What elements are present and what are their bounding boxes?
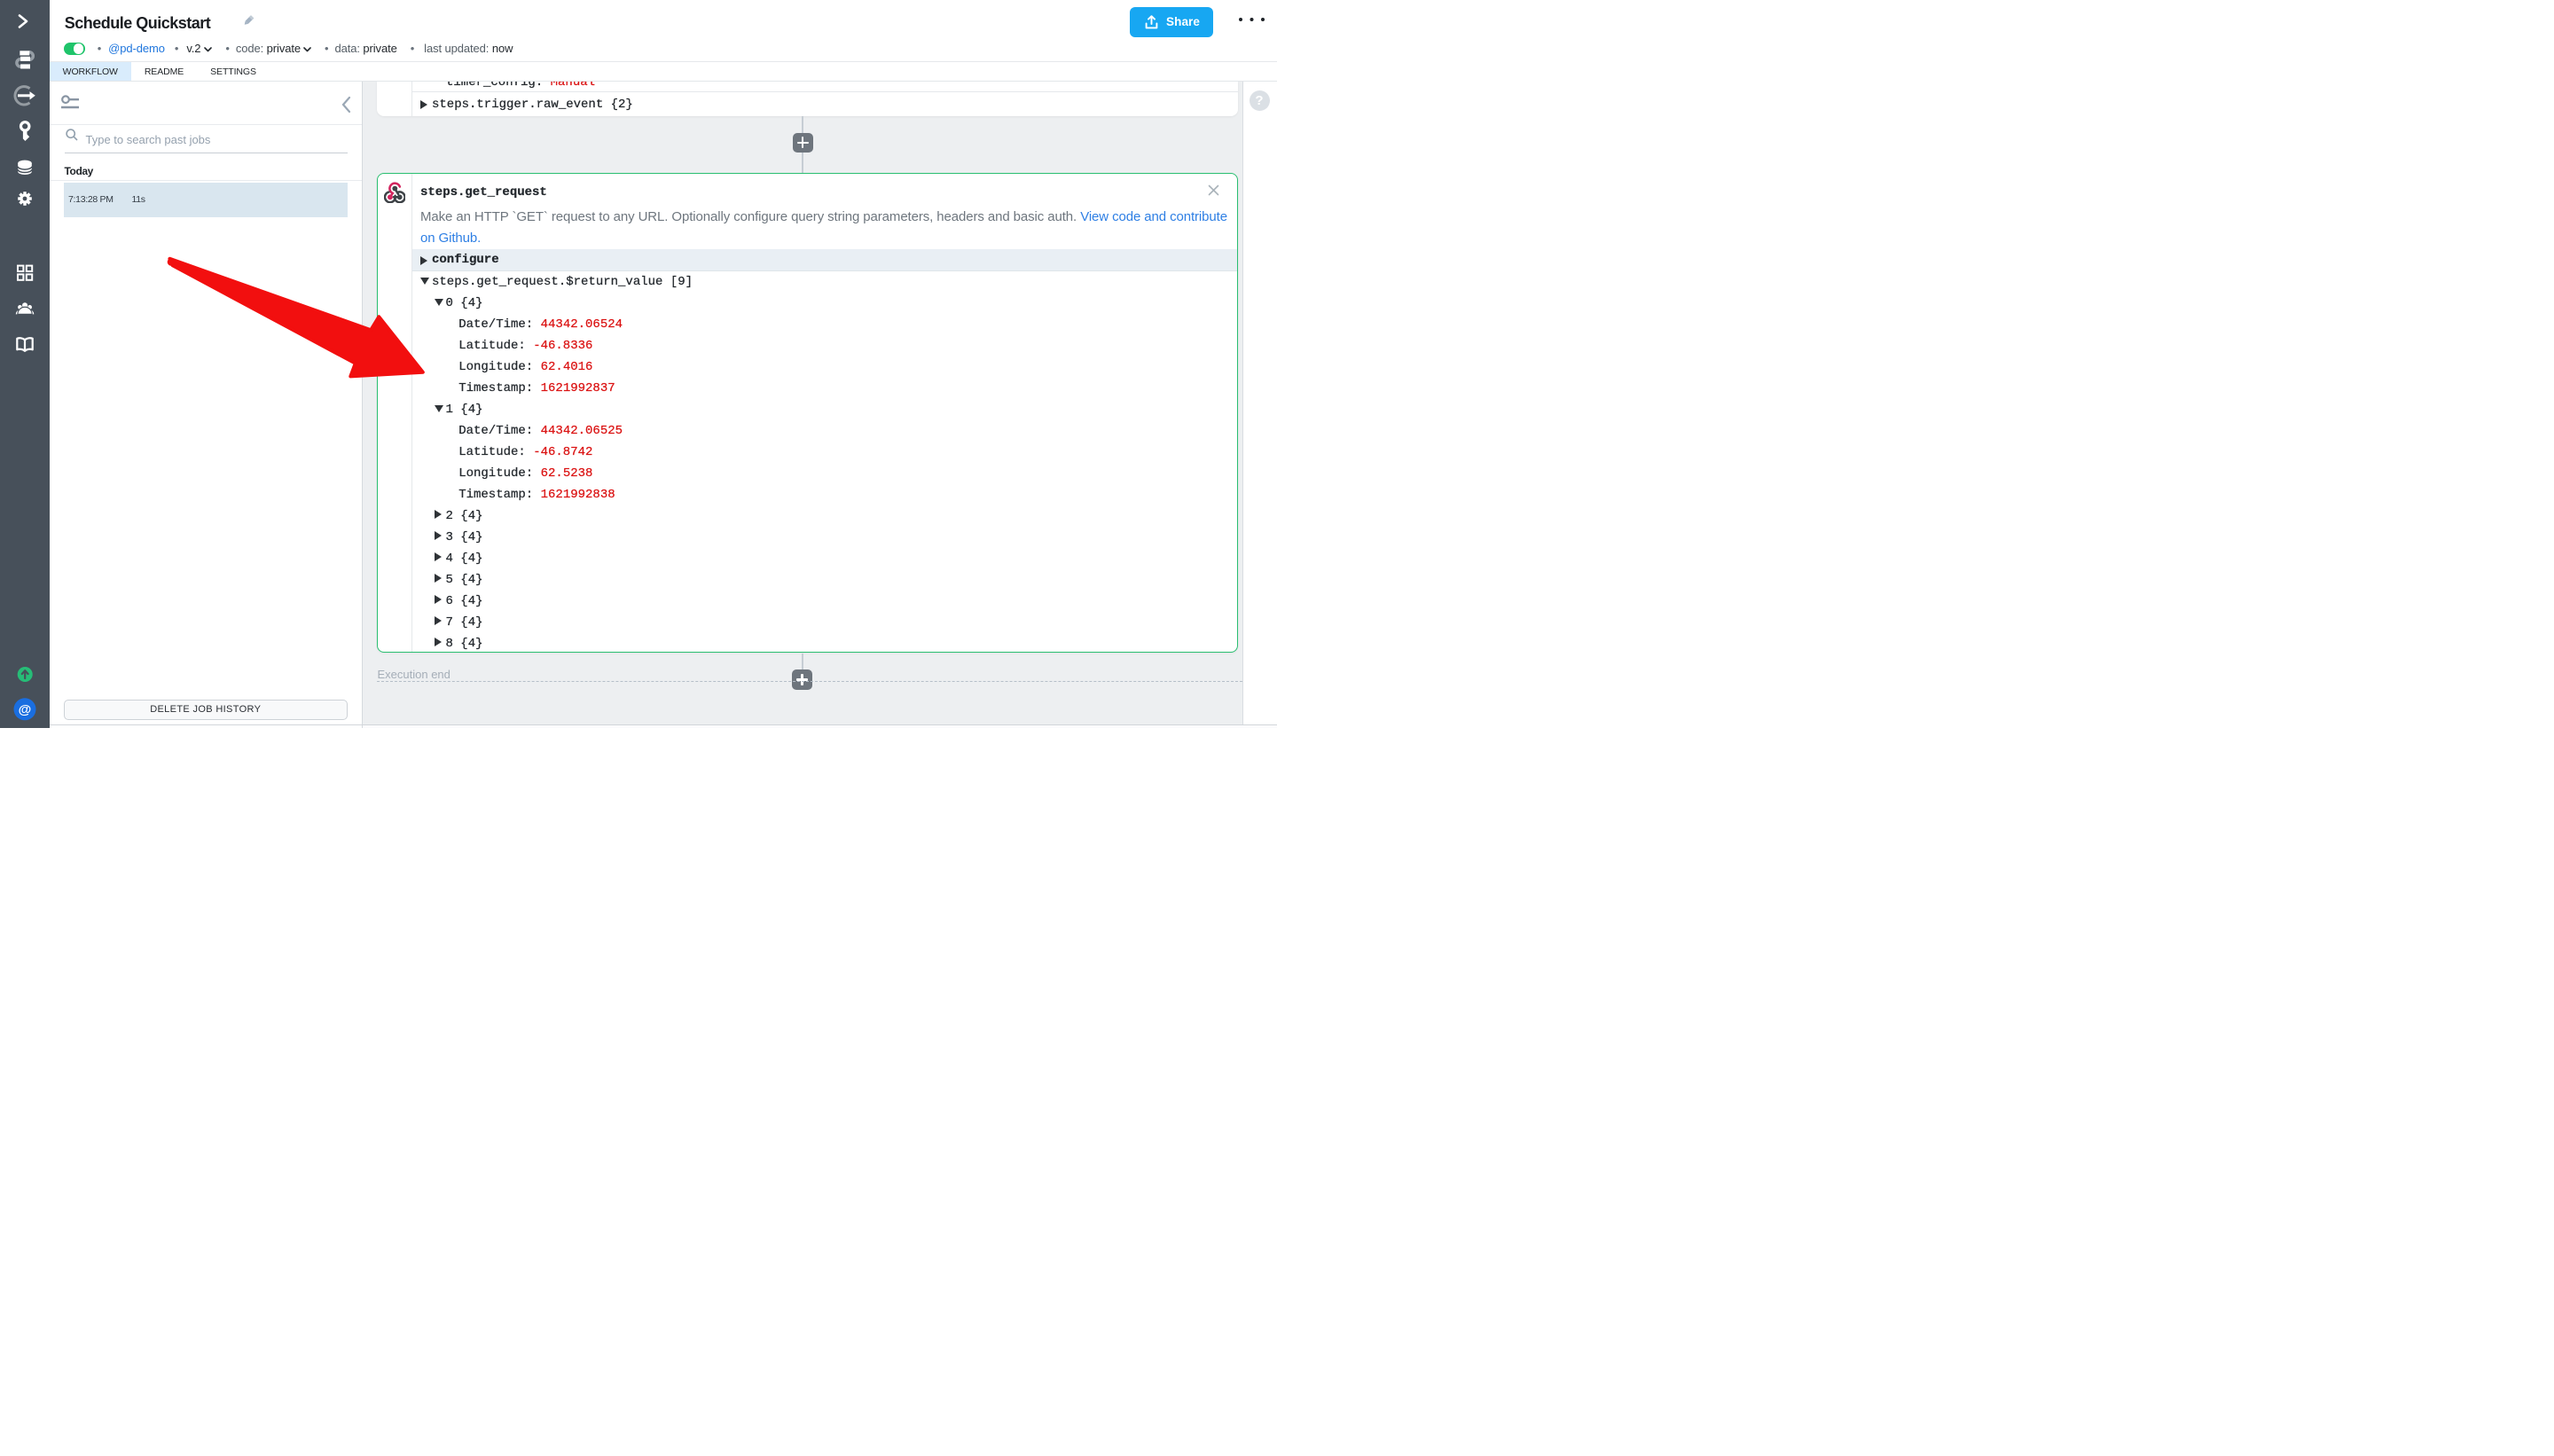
svg-text:@: @ <box>19 702 32 717</box>
